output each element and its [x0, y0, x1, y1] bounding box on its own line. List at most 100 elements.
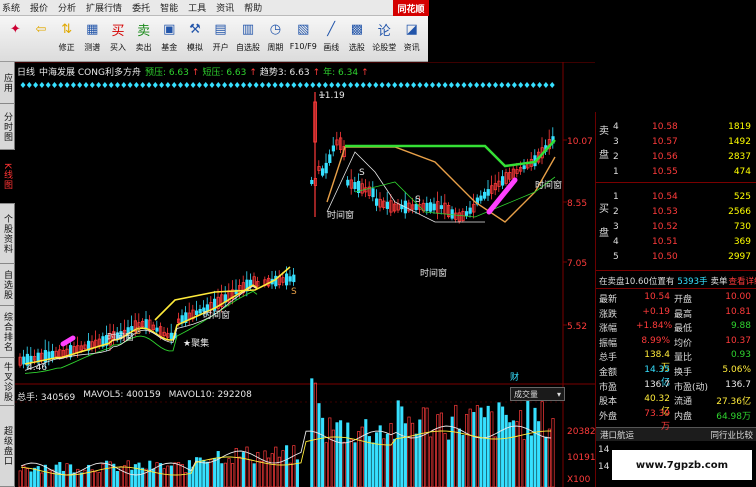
orderbook-row[interactable]: 5 10.50 2997 — [596, 250, 756, 263]
left-tab[interactable]: 自选股 — [0, 264, 15, 306]
quote-panel: 卖 盘 买 盘 在卖盘10.60位置有 5393手 卖单 查看详细 港口航运 同… — [595, 112, 756, 487]
orderbook-price: 10.50 — [652, 251, 678, 262]
toolbar-button[interactable]: ⇅ 修正 — [55, 19, 78, 59]
menu-item[interactable]: 委托 — [132, 1, 150, 14]
toolbar-button[interactable]: 买买入 — [107, 19, 130, 59]
volume-bar — [227, 458, 231, 487]
volume-bar — [223, 462, 227, 487]
toolbar-button[interactable]: ⇦ — [30, 19, 53, 59]
toolbar-button[interactable]: ▦ 测谱 — [81, 19, 104, 59]
orderbook-row[interactable]: 4 10.58 1819 — [596, 120, 756, 133]
volume-bar — [483, 417, 487, 487]
toolbar-button[interactable]: 论论股堂 — [371, 19, 397, 59]
position-sell-word: 卖单 — [710, 276, 728, 287]
orderbook-row[interactable]: 1 10.54 525 — [596, 190, 756, 203]
indicator-value: ↑ — [191, 67, 200, 78]
signal-marker — [404, 82, 410, 88]
volume-bar — [479, 407, 483, 487]
menu-item[interactable]: 扩展行情 — [86, 1, 122, 14]
position-qty: 5393手 — [677, 276, 708, 287]
orderbook-row[interactable]: 3 10.52 730 — [596, 220, 756, 233]
left-tab[interactable]: 综合排名 — [0, 306, 15, 358]
left-tab[interactable]: K线图 — [0, 150, 15, 204]
period-label[interactable]: 日线 — [17, 65, 35, 78]
signal-marker — [354, 82, 360, 88]
volume-bar — [526, 400, 530, 487]
indicator-value: 年: 6.34 — [323, 67, 359, 78]
signal-marker — [58, 82, 64, 88]
toolbar-button-label: 自选股 — [235, 43, 260, 52]
toolbar-button-label: 论股堂 — [372, 43, 397, 52]
toolbar-button[interactable]: ▤ 开户 — [209, 19, 232, 59]
peer-compare-tab[interactable]: 同行业比较 — [710, 429, 753, 441]
menu-item[interactable]: 资讯 — [216, 1, 234, 14]
candle — [324, 162, 328, 174]
left-tab[interactable]: 分时图 — [0, 104, 15, 150]
signal-marker — [316, 82, 322, 88]
menu-item[interactable]: 帮助 — [244, 1, 262, 14]
candle — [169, 332, 173, 340]
menu-item[interactable]: 系统 — [2, 1, 20, 14]
signal-marker — [83, 82, 89, 88]
quote-value: +1.84% — [636, 321, 673, 332]
volume-header: 总手: 340569 MAVOL5: 400159 MAVOL10: 29220… — [17, 390, 260, 403]
kline-chart-svg[interactable]: 10.07 8.55 7.05 5.52 20382 10191 X100 11.19 4.46… — [15, 61, 596, 487]
left-tab[interactable]: 个股资料 — [0, 204, 15, 264]
orderbook-row[interactable]: 2 10.53 2566 — [596, 205, 756, 218]
candle — [479, 195, 483, 201]
volume-bar — [105, 460, 109, 487]
menu-item[interactable]: 智能 — [160, 1, 178, 14]
volume-bar — [90, 469, 94, 487]
watchlist-icon: ▥ — [241, 21, 255, 37]
position-detail-link[interactable]: 查看详细 — [729, 275, 756, 287]
toolbar-button[interactable]: ▧ F10/F9 — [290, 19, 317, 59]
candle — [385, 201, 390, 209]
toolbar-button[interactable]: ◷ 周期 — [264, 19, 287, 59]
candle — [328, 154, 332, 163]
toolbar-button[interactable]: ▣ 基金 — [158, 19, 181, 59]
orderbook-row[interactable]: 1 10.55 474 — [596, 165, 756, 178]
volume-bar — [529, 435, 533, 487]
menu-item[interactable]: 报价 — [30, 1, 48, 14]
left-tab[interactable]: 超级盘口 — [0, 406, 15, 487]
toolbar-button[interactable]: ▩ 选股 — [346, 19, 369, 59]
left-tab[interactable]: 应用 — [0, 62, 15, 104]
quote-value: 73.39万 — [644, 408, 670, 432]
volume-bar — [540, 401, 544, 487]
quote-value: 10.00 — [725, 292, 751, 302]
toolbar-button[interactable]: ◪ 资讯 — [400, 19, 423, 59]
toolbar-button[interactable]: ╱ 画线 — [320, 19, 343, 59]
toolbar-button-label: 开户 — [212, 43, 229, 52]
toolbar-button[interactable]: ▥ 自选股 — [235, 19, 261, 59]
signal-marker — [70, 82, 76, 88]
volume-bar — [263, 450, 267, 487]
toolbar-button[interactable]: 卖卖出 — [132, 19, 155, 59]
menu-item[interactable]: 工具 — [188, 1, 206, 14]
toolbar-button[interactable]: ⚒ 模拟 — [184, 19, 207, 59]
industry-tab[interactable]: 港口航运 — [600, 429, 634, 441]
forum-icon: 论 — [377, 23, 391, 39]
toolbar-button[interactable]: ✦ — [4, 19, 27, 59]
signal-marker — [467, 82, 473, 88]
candle — [522, 165, 526, 170]
signal-marker — [121, 82, 127, 88]
candle — [482, 191, 487, 199]
signal-marker — [203, 82, 209, 88]
toolbar: ✦ ⇦ ⇅ 修正 ▦ 测谱买买入卖卖出 ▣ 基金 ⚒ 模拟 ▤ 开户 ▥ 自选股 ◷ 周期 ▧ F10/F9 ╱ 画线… — [0, 16, 428, 62]
kline-chart-area[interactable]: 10.07 8.55 7.05 5.52 20382 10191 X100 11.19 4.46… — [15, 61, 596, 487]
orderbook-row[interactable]: 2 10.56 2837 — [596, 150, 756, 163]
candle — [288, 276, 292, 282]
indicator-dropdown[interactable]: 成交量 ▾ — [510, 387, 565, 401]
menu-item[interactable]: 分析 — [58, 1, 76, 14]
signal-marker — [102, 82, 108, 88]
toolbar-button-label: 测谱 — [84, 43, 101, 52]
volume-bar — [162, 468, 166, 487]
left-tab[interactable]: 牛叉诊股 — [0, 358, 15, 406]
quote-label: 均价 — [674, 338, 693, 349]
position-line[interactable]: 在卖盘10.60位置有 5393手 卖单 查看详细 — [596, 274, 756, 287]
orderbook-row[interactable]: 3 10.57 1492 — [596, 135, 756, 148]
volume-bar — [33, 467, 37, 487]
chart-annotation: S — [291, 287, 297, 297]
signal-marker — [417, 82, 423, 88]
orderbook-row[interactable]: 4 10.51 369 — [596, 235, 756, 248]
